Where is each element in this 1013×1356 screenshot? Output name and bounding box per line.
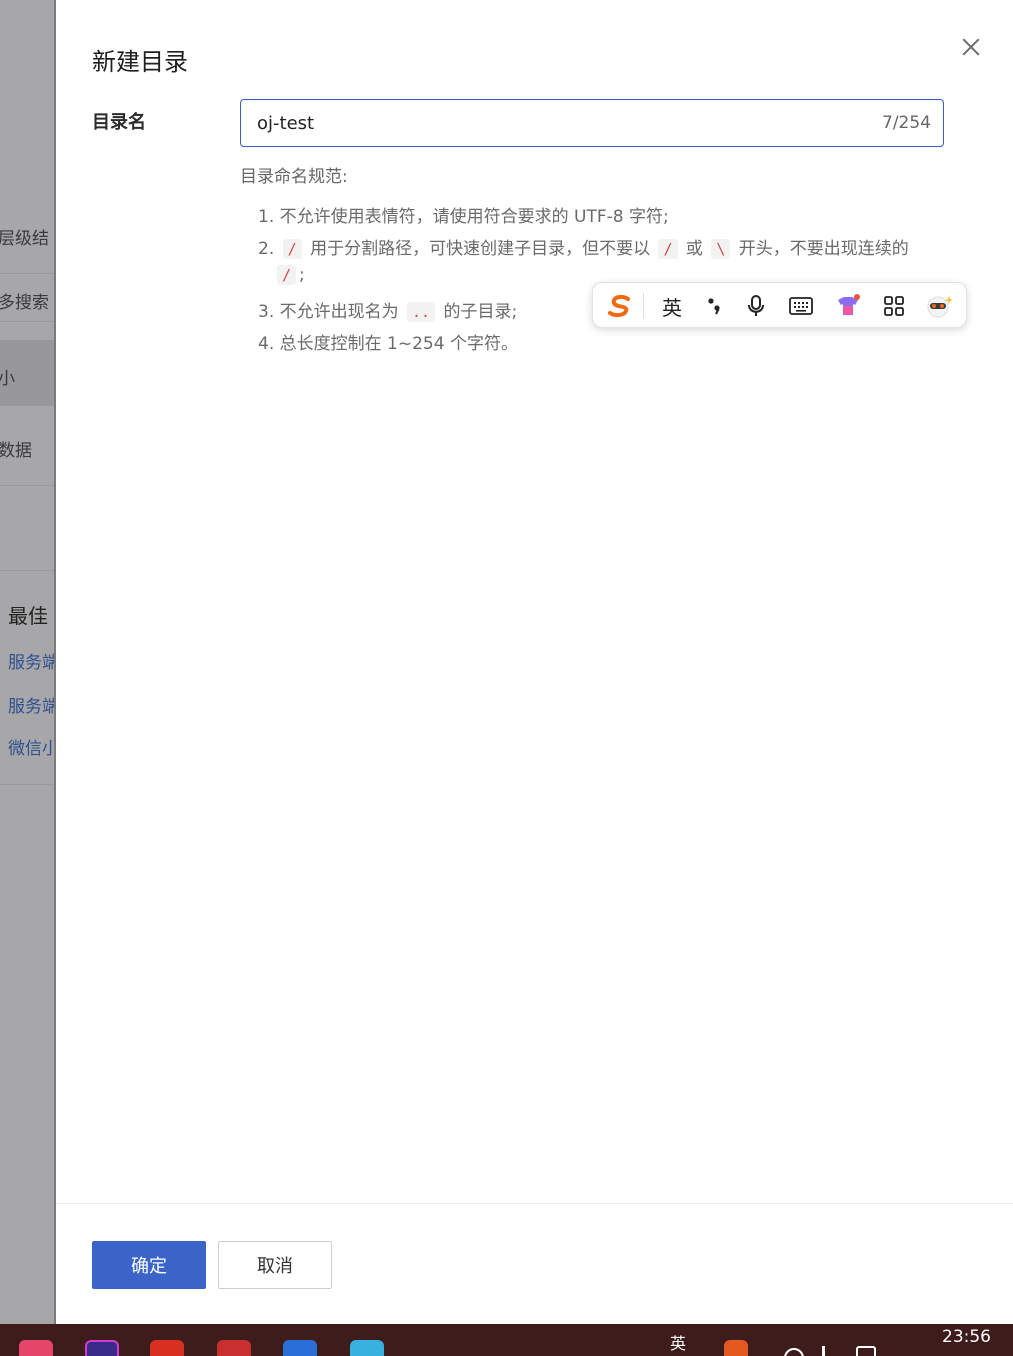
rule-3-suffix: 的子目录; [443,302,518,322]
directory-name-input[interactable] [257,100,857,146]
close-icon[interactable] [960,36,982,58]
bg-text-search: 多搜索 [0,293,49,313]
rule-4: 4. 总长度控制在 1~254 个字符。 [258,329,518,354]
keyboard-icon[interactable] [786,291,816,321]
taskbar: 英 23:56 [0,1324,1013,1356]
bg-divider [0,784,54,785]
rule-1-text: 1. 不允许使用表情符，请使用符合要求的 UTF-8 字符; [258,207,669,227]
bg-heading-best: 最佳 [8,604,48,628]
new-directory-drawer: 新建目录 目录名 7/254 目录命名规范: 1. 不允许使用表情符，请使用符合… [54,0,1013,1324]
rule-3: 3. 不允许出现名为 .. 的子目录; [258,297,517,322]
taskbar-ime-lang[interactable]: 英 [670,1330,686,1354]
pycharm-icon[interactable] [85,1340,119,1356]
code-slash: / [277,265,297,285]
rule-2: 2. / 用于分割路径，可快速创建子目录，但不要以 / 或 \ 开头，不要出现连… [258,234,909,259]
ime-lang-toggle[interactable]: 英 [657,291,687,321]
confirm-button[interactable]: 确定 [92,1241,206,1289]
bg-link-server-2: 服务端 [8,697,54,717]
code-dotdot: .. [407,302,436,322]
cancel-button[interactable]: 取消 [218,1241,332,1289]
taskbar-app-icon[interactable] [150,1340,184,1356]
drawer-title: 新建目录 [92,48,188,76]
bg-link-wechat: 微信小 [8,739,54,759]
background-page: 层级结 多搜索 小 数据 最佳 服务端 服务端 微信小 [0,0,54,1324]
microphone-icon[interactable] [741,291,771,321]
rule-2-end: ; [299,265,305,285]
bg-divider [0,273,54,274]
code-slash: / [282,239,302,259]
bg-text-small: 小 [0,369,15,389]
sogou-tray-icon[interactable] [724,1340,748,1356]
mascot-icon[interactable] [925,291,955,321]
bg-link-server-1: 服务端 [8,653,54,673]
rule-3-prefix: 3. 不允许出现名为 [258,302,399,322]
battery-icon[interactable] [856,1346,876,1356]
rule-2-suffix: 开头，不要出现连续的 [738,239,909,259]
bg-text-hierarchy: 层级结 [0,229,49,249]
bg-divider [0,570,54,571]
taskbar-app-icon[interactable] [19,1340,53,1356]
ime-separator [643,293,644,319]
skin-icon[interactable] [833,291,863,321]
directory-name-field[interactable]: 7/254 [240,99,944,147]
naming-rules-title: 目录命名规范: [240,167,348,187]
taskbar-clock: 23:56 [942,1327,991,1347]
rule-2-continued: /; [274,265,305,285]
code-backslash: \ [711,239,731,259]
rule-2-mid: 用于分割路径，可快速创建子目录，但不要以 [310,239,651,259]
bg-divider [0,321,54,322]
bg-divider [0,485,54,486]
rule-1: 1. 不允许使用表情符，请使用符合要求的 UTF-8 字符; [258,202,669,227]
network-icon[interactable] [784,1348,804,1356]
rule-4-text: 4. 总长度控制在 1~254 个字符。 [258,334,518,354]
notepad-icon[interactable] [350,1340,384,1356]
apps-grid-icon[interactable] [879,291,909,321]
directory-name-label: 目录名 [92,112,146,133]
punctuation-icon[interactable] [699,291,729,321]
taskbar-app-icon[interactable] [217,1340,251,1356]
volume-icon[interactable] [822,1346,844,1356]
bg-text-data: 数据 [0,441,32,461]
code-slash: / [658,239,678,259]
footer-divider [56,1203,1013,1204]
ime-toolbar: 英 [592,282,967,328]
taskbar-app-icon[interactable] [283,1340,317,1356]
rule-2-prefix: 2. [258,239,275,259]
sogou-logo-icon[interactable] [605,291,635,321]
rule-2-or: 或 [685,239,703,259]
char-count: 7/254 [882,113,931,133]
